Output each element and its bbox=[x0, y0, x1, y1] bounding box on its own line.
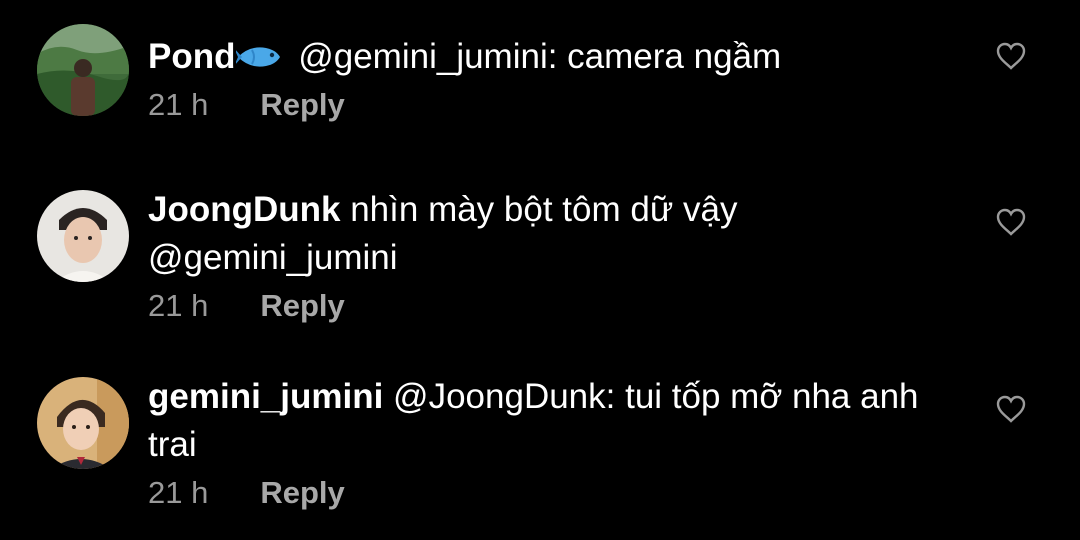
reply-button[interactable]: Reply bbox=[260, 85, 344, 125]
comment-body: @gemini_jumini: camera ngầm bbox=[298, 37, 782, 76]
comment-text: Pond @gemini_jumini: camera ngầm bbox=[148, 33, 958, 81]
reply-button[interactable]: Reply bbox=[260, 473, 344, 513]
comment-username[interactable]: gemini_jumini bbox=[148, 377, 383, 416]
comment-text: gemini_jumini @JoongDunk: tui tốp mỡ nha… bbox=[148, 373, 958, 469]
heart-icon[interactable] bbox=[996, 395, 1026, 423]
comment-username[interactable]: Pond bbox=[148, 37, 235, 76]
comment-timestamp: 21 h bbox=[148, 475, 209, 510]
comment-username[interactable]: JoongDunk bbox=[148, 190, 340, 229]
comment-content: Pond @gemini_jumini: camera ngầm 21 h Rep… bbox=[148, 33, 958, 125]
comment-content: JoongDunk nhìn mày bột tôm dữ vậy @gemin… bbox=[148, 186, 958, 326]
comment-meta: 21 h Reply bbox=[148, 473, 958, 513]
heart-icon[interactable] bbox=[996, 208, 1026, 236]
heart-icon[interactable] bbox=[996, 42, 1026, 70]
comment-text: JoongDunk nhìn mày bột tôm dữ vậy @gemin… bbox=[148, 186, 958, 282]
comment-meta: 21 h Reply bbox=[148, 85, 958, 125]
reply-button[interactable]: Reply bbox=[260, 286, 344, 326]
avatar[interactable] bbox=[37, 377, 129, 469]
comment-content: gemini_jumini @JoongDunk: tui tốp mỡ nha… bbox=[148, 373, 958, 513]
avatar[interactable] bbox=[37, 190, 129, 282]
fish-emoji-icon bbox=[236, 47, 281, 67]
comment-timestamp: 21 h bbox=[148, 87, 209, 122]
comment-timestamp: 21 h bbox=[148, 288, 209, 323]
comment-meta: 21 h Reply bbox=[148, 286, 958, 326]
avatar[interactable] bbox=[37, 24, 129, 116]
